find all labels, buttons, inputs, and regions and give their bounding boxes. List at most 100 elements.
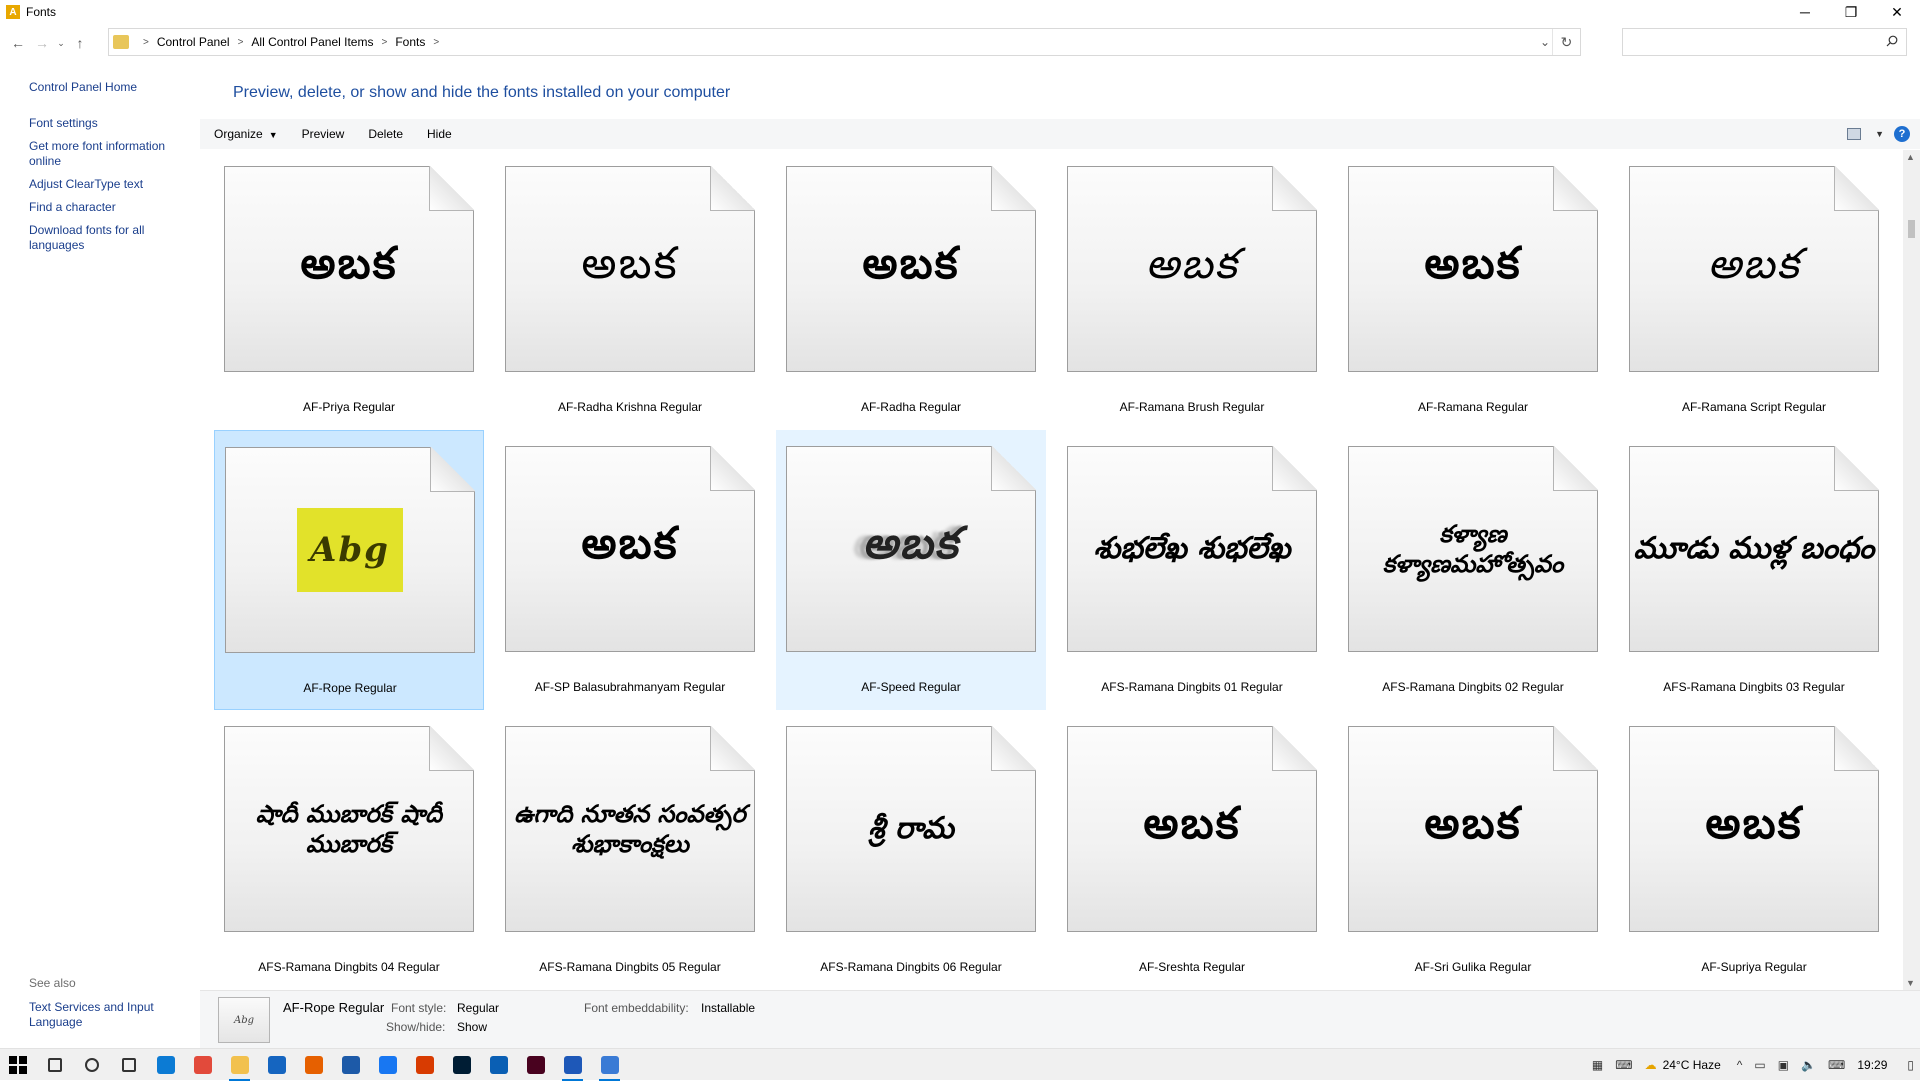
back-button[interactable]: ← [6, 29, 30, 57]
scroll-up-icon[interactable]: ▲ [1906, 152, 1915, 162]
photoshop-icon[interactable] [443, 1049, 480, 1081]
control-panel-home-link[interactable]: Control Panel Home [29, 80, 137, 95]
indesign-icon[interactable] [517, 1049, 554, 1081]
font-name: AF-Radha Krishna Regular [557, 400, 703, 414]
text-services-link[interactable]: Text Services and Input Language [29, 1000, 179, 1030]
font-name: AF-Sri Gulika Regular [1414, 960, 1532, 974]
font-tile[interactable]: Abg AF-Rope Regular [214, 430, 484, 710]
address-bar[interactable]: > Control Panel > All Control Panel Item… [108, 28, 1581, 56]
font-sample: అబక [862, 518, 960, 569]
chrome-icon[interactable] [184, 1049, 221, 1081]
download-fonts-link[interactable]: Download fonts for all languages [29, 223, 189, 253]
font-tile[interactable]: అబక AF-Ramana Regular [1338, 150, 1608, 430]
volume-icon[interactable]: 🔈 [1801, 1058, 1816, 1072]
chevron-down-icon: ▼ [268, 130, 278, 140]
firefox-icon[interactable] [295, 1049, 332, 1081]
keyboard-icon[interactable]: ⌨ [1615, 1058, 1632, 1072]
font-tile[interactable]: అబక AF-SP Balasubrahmanyam Regular [495, 430, 765, 710]
windows-logo-icon [9, 1055, 27, 1074]
font-tile[interactable]: అబక AF-Priya Regular [214, 150, 484, 430]
delete-button[interactable]: Delete [368, 127, 403, 141]
show-hidden-icons-icon[interactable]: ^ [1737, 1058, 1743, 1072]
breadcrumb-all-items[interactable]: All Control Panel Items [251, 35, 373, 49]
app-icon[interactable] [480, 1049, 517, 1081]
view-options-chevron-icon[interactable]: ▼ [1875, 129, 1884, 139]
up-button[interactable]: ↑ [68, 29, 92, 57]
hide-button[interactable]: Hide [427, 127, 452, 141]
font-sample: కళ్యాణ కళ్యాణమహోత్సవం [1382, 519, 1564, 578]
language-icon[interactable]: ⌨ [1828, 1058, 1845, 1072]
fontcreator-icon[interactable] [554, 1049, 591, 1081]
scroll-down-icon[interactable]: ▼ [1906, 978, 1915, 988]
adjust-cleartype-link[interactable]: Adjust ClearType text [29, 177, 189, 192]
font-sample: అబక [1707, 239, 1801, 288]
facebook-icon[interactable] [369, 1049, 406, 1081]
find-character-link[interactable]: Find a character [29, 200, 189, 215]
chevron-right-icon[interactable]: > [433, 37, 439, 48]
toolbar-right: ▼ ? [1847, 119, 1920, 149]
edge-icon[interactable] [147, 1049, 184, 1081]
font-sample: షాదీ ముబారక్ షాదీ ముబారక్ [255, 799, 443, 858]
font-tile[interactable]: మూడు ముళ్ల బంధం AFS-Ramana Dingbits 03 Re… [1619, 430, 1889, 710]
forward-button[interactable]: → [30, 29, 54, 57]
tray-device-icon[interactable]: ▭ [1754, 1058, 1765, 1072]
font-tile[interactable]: అబక AF-Radha Regular [776, 150, 1046, 430]
control-panel-icon[interactable] [591, 1049, 628, 1081]
taskbar: ▦ ⌨ ☁ 24°C Haze ^ ▭ ▣ 🔈 ⌨ 19:29 ▯ [0, 1048, 1920, 1081]
font-name: AF-Supriya Regular [1701, 960, 1807, 974]
font-sample: అబక [581, 238, 679, 289]
font-tile[interactable]: అబక AF-Sreshta Regular [1057, 710, 1327, 990]
font-tile[interactable]: అబక AF-Radha Krishna Regular [495, 150, 765, 430]
preview-button[interactable]: Preview [302, 127, 345, 141]
recent-locations-button[interactable]: ⌄ [54, 29, 68, 57]
font-tile[interactable]: అబక AF-Ramana Script Regular [1619, 150, 1889, 430]
network-icon[interactable]: ▣ [1778, 1058, 1789, 1072]
font-tile[interactable]: షాదీ ముబారక్ షాదీ ముబారక్ AFS-Ramana Ding… [214, 710, 484, 990]
notifications-icon[interactable]: ▯ [1907, 1058, 1914, 1072]
chevron-right-icon[interactable]: > [238, 37, 244, 48]
font-tile[interactable]: ఉగాది నూతన సంవత్సర శుభాకాంక్షలు AFS-Raman… [495, 710, 765, 990]
tray-app-icon[interactable]: ▦ [1592, 1058, 1603, 1072]
minimize-button[interactable]: ─ [1782, 0, 1828, 24]
font-tile[interactable]: శుభలేఖ శుభలేఖ AFS-Ramana Dingbits 01 Regu… [1057, 430, 1327, 710]
cortana-icon[interactable] [73, 1049, 110, 1081]
mail-icon[interactable] [258, 1049, 295, 1081]
start-button[interactable] [0, 1049, 36, 1081]
scrollbar-thumb[interactable] [1908, 220, 1915, 238]
store-icon[interactable] [332, 1049, 369, 1081]
search-input[interactable] [1622, 28, 1907, 56]
font-name: AF-Radha Regular [860, 400, 962, 414]
breadcrumb-control-panel[interactable]: Control Panel [157, 35, 230, 49]
font-sample: అబక [300, 238, 398, 289]
more-font-info-link[interactable]: Get more font information online [29, 139, 189, 169]
maximize-button[interactable]: ❐ [1828, 0, 1874, 24]
weather-text[interactable]: 24°C Haze [1663, 1058, 1721, 1072]
font-grid: అబక AF-Priya Regular అబక AF-Radha Krishna R… [200, 150, 1900, 990]
font-name: AFS-Ramana Dingbits 02 Regular [1382, 680, 1564, 694]
refresh-button[interactable]: ↻ [1552, 29, 1580, 55]
office-icon-glyph [415, 1055, 434, 1074]
change-view-icon[interactable] [1847, 128, 1862, 140]
file-explorer-icon[interactable] [221, 1049, 258, 1081]
address-dropdown-icon[interactable]: ⌄ [1540, 35, 1550, 49]
search-icon[interactable] [36, 1049, 73, 1081]
font-tile[interactable]: అబక AF-Speed Regular [776, 430, 1046, 710]
breadcrumb-fonts[interactable]: Fonts [395, 35, 425, 49]
firefox-icon-glyph [304, 1055, 323, 1074]
font-tile[interactable]: కళ్యాణ కళ్యాణమహోత్సవం AFS-Ramana Dingbits… [1338, 430, 1608, 710]
font-sample: అబక [862, 238, 960, 289]
weather-icon[interactable]: ☁ [1645, 1058, 1657, 1072]
vertical-scrollbar[interactable]: ▲ ▼ [1903, 150, 1920, 990]
organize-button[interactable]: Organize ▼ [214, 127, 278, 141]
help-icon[interactable]: ? [1894, 126, 1910, 142]
clock[interactable]: 19:29 [1857, 1058, 1887, 1072]
font-settings-link[interactable]: Font settings [29, 116, 189, 131]
font-tile[interactable]: అబక AF-Ramana Brush Regular [1057, 150, 1327, 430]
font-tile[interactable]: అబక AF-Sri Gulika Regular [1338, 710, 1608, 990]
chevron-right-icon[interactable]: > [381, 37, 387, 48]
close-button[interactable]: ✕ [1874, 0, 1920, 24]
font-tile[interactable]: అబక AF-Supriya Regular [1619, 710, 1889, 990]
task-view-icon[interactable] [110, 1049, 147, 1081]
font-tile[interactable]: శ్రీ రామ AFS-Ramana Dingbits 06 Regular [776, 710, 1046, 990]
office-icon[interactable] [406, 1049, 443, 1081]
